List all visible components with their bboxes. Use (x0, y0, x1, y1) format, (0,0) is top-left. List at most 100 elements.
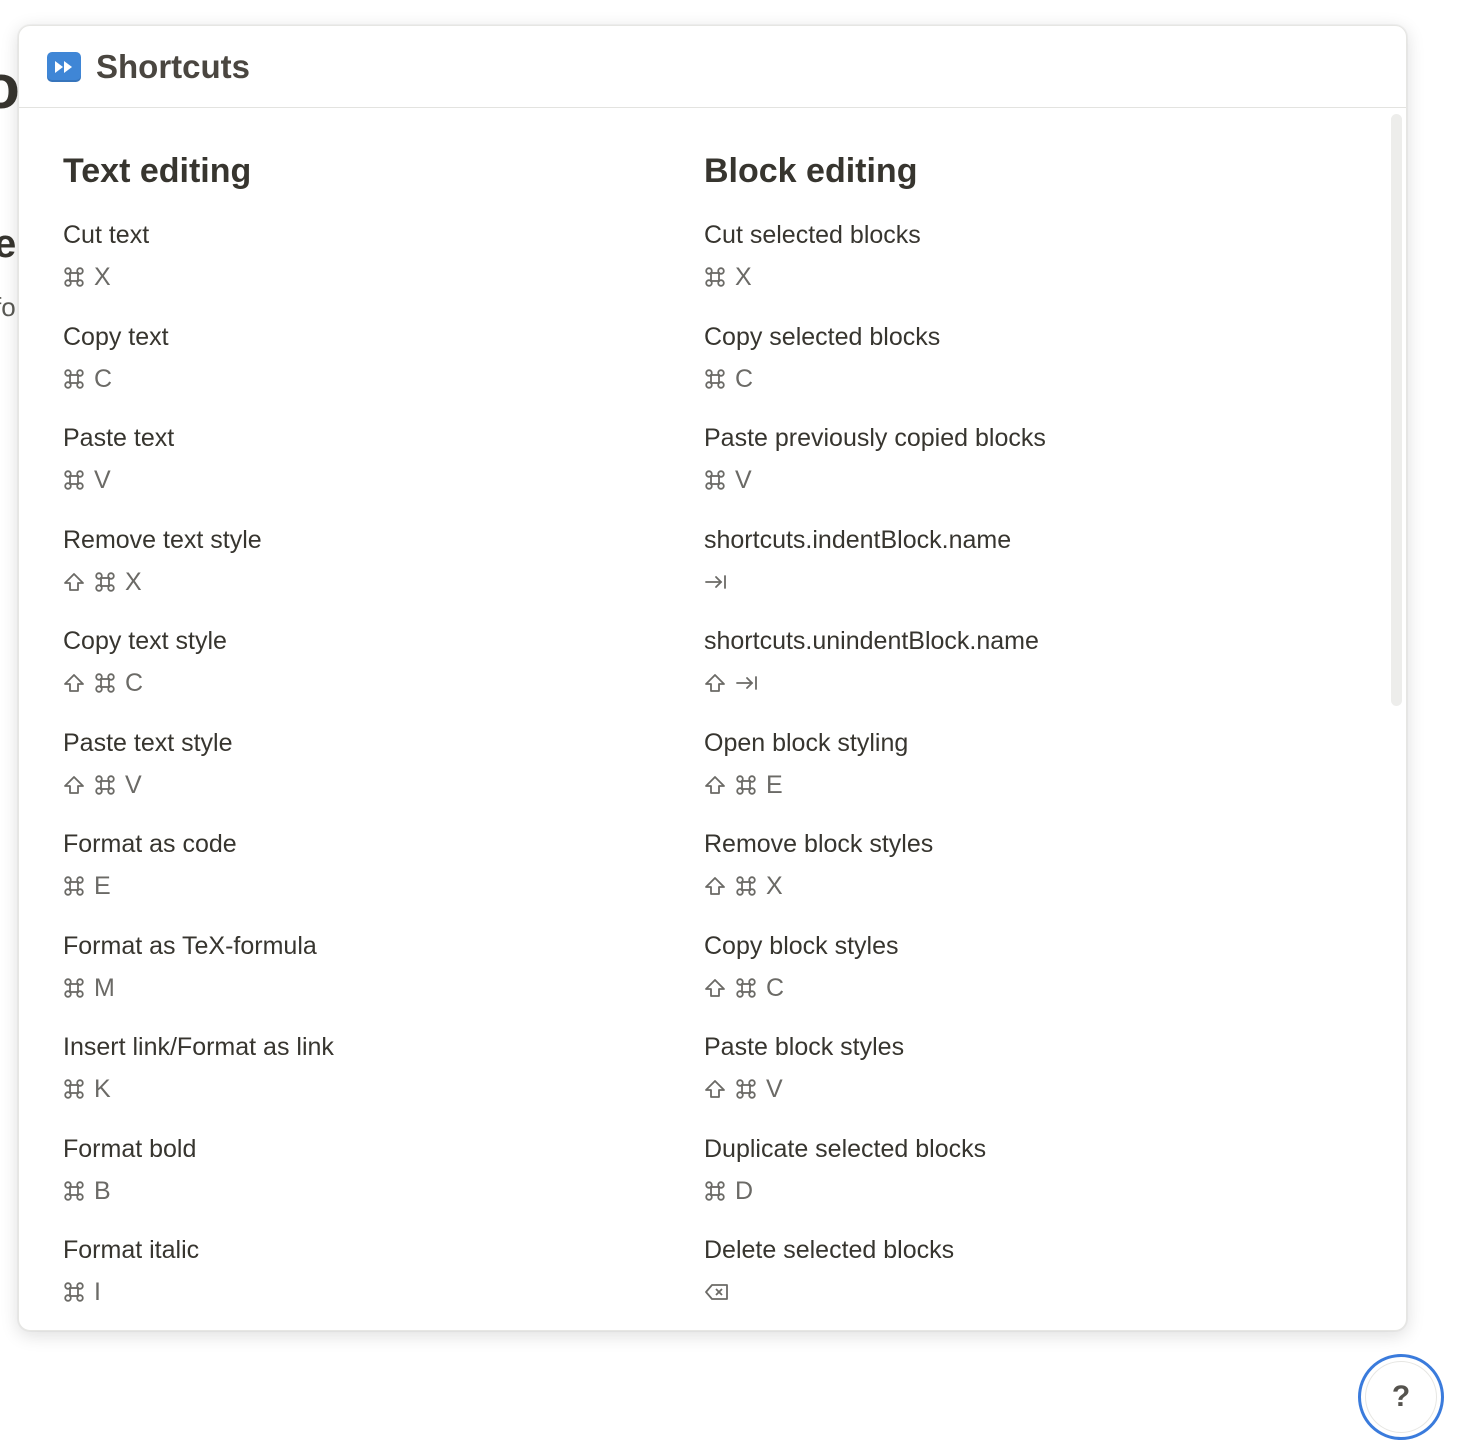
key-letter: C (94, 364, 113, 393)
background-page-fragment: e (0, 222, 17, 266)
shortcut-item: Format bold B (63, 1130, 704, 1232)
command-key-icon (94, 774, 116, 796)
shortcut-item: Insert link/Format as link K (63, 1028, 704, 1130)
command-key-icon (94, 571, 116, 593)
scrollbar[interactable] (1389, 114, 1403, 1319)
shortcut-item: Cut text X (63, 216, 704, 318)
shortcut-label: Cut selected blocks (704, 221, 921, 249)
command-key-icon (63, 1078, 85, 1100)
shortcut-keys (704, 1269, 1345, 1315)
shortcut-keys: K (63, 1066, 704, 1112)
section-heading: Block editing (704, 152, 918, 190)
command-key-icon (704, 266, 726, 288)
tab-key-icon (704, 573, 728, 591)
fast-forward-icon (47, 51, 81, 82)
command-key-icon (704, 1180, 726, 1202)
key-letter: X (735, 263, 752, 291)
shortcut-keys: V (704, 1066, 1345, 1112)
shortcut-keys (704, 660, 1345, 706)
shortcut-label: Paste block styles (704, 1033, 905, 1061)
shortcut-item: Paste previously copied blocks V (704, 419, 1345, 521)
key-letter: V (735, 466, 752, 494)
tab-key-icon (735, 674, 759, 692)
shortcut-keys: V (63, 457, 704, 503)
shortcut-item: Copy block styles C (704, 927, 1345, 1029)
shortcut-keys: V (704, 457, 1345, 503)
shortcut-keys: I (63, 1269, 704, 1315)
key-letter: X (125, 567, 142, 596)
shortcut-keys: X (704, 254, 1345, 300)
shortcut-item: shortcuts.indentBlock.name (704, 521, 1345, 623)
background-page-fragment: o (0, 53, 20, 122)
command-key-icon (63, 1180, 85, 1202)
shift-key-icon (704, 1078, 726, 1100)
shortcut-item: Open block styling E (704, 724, 1345, 826)
shift-key-icon (63, 571, 85, 593)
key-letter: X (766, 872, 783, 900)
shortcut-label: Format as code (63, 830, 237, 858)
shift-key-icon (704, 875, 726, 897)
shortcut-keys (704, 559, 1345, 605)
shortcut-label: shortcuts.unindentBlock.name (704, 627, 1039, 655)
shortcut-item: Remove text style X (63, 521, 704, 623)
shortcut-item: Copy selected blocks C (704, 318, 1345, 420)
shortcut-keys: B (63, 1168, 704, 1214)
column-text-editing: Text editing Cut text X Copy text C Paste tex… (63, 148, 704, 1330)
shift-key-icon (704, 977, 726, 999)
shortcut-item: Remove block styles X (704, 825, 1345, 927)
shortcut-label: Cut text (63, 221, 150, 249)
shortcut-keys: C (63, 356, 704, 402)
command-key-icon (704, 368, 726, 390)
shortcut-label: Paste previously copied blocks (704, 424, 1046, 452)
shortcuts-modal: Shortcuts Text editing Cut text X Copy text… (18, 25, 1407, 1331)
shortcut-keys: E (704, 762, 1345, 808)
shortcut-label: Remove block styles (704, 830, 934, 858)
shortcut-keys: D (704, 1168, 1345, 1214)
shortcut-label: Paste text style (63, 728, 233, 757)
key-letter: C (735, 364, 754, 393)
shortcut-keys: M (63, 965, 704, 1011)
shortcut-keys: X (704, 863, 1345, 909)
help-button-label: ? (1391, 1380, 1411, 1413)
shift-key-icon (63, 672, 85, 694)
shortcut-label: Format as TeX-formula (63, 931, 317, 960)
scrollbar-thumb[interactable] (1391, 114, 1402, 706)
modal-header: Shortcuts (19, 26, 1406, 108)
shortcut-label: Insert link/Format as link (63, 1033, 334, 1061)
shift-key-icon (704, 774, 726, 796)
shortcut-label: Duplicate selected blocks (704, 1134, 987, 1163)
key-letter: B (94, 1176, 111, 1205)
shortcut-keys: E (63, 863, 704, 909)
shortcut-label: Format italic (63, 1236, 200, 1264)
shortcut-item: Cut selected blocks X (704, 216, 1345, 318)
key-letter: V (125, 770, 142, 799)
command-key-icon (735, 774, 757, 796)
shortcut-label: shortcuts.indentBlock.name (704, 525, 1012, 554)
key-letter: M (94, 973, 115, 1002)
command-key-icon (94, 672, 116, 694)
column-block-editing: Block editing Cut selected blocks X Copy se… (704, 148, 1345, 1330)
backspace-key-icon (704, 1282, 730, 1302)
shortcut-item: Format as TeX-formula M (63, 927, 704, 1029)
shortcut-keys: C (704, 356, 1345, 402)
background-page-fragment: fo (0, 292, 16, 322)
shortcut-label: Format bold (63, 1134, 197, 1163)
key-letter: I (94, 1278, 101, 1306)
shortcut-columns: Text editing Cut text X Copy text C Paste tex… (63, 148, 1345, 1330)
key-letter: X (94, 263, 111, 291)
command-key-icon (63, 977, 85, 999)
shortcut-label: Copy text (63, 322, 169, 351)
command-key-icon (63, 469, 85, 491)
key-letter: V (94, 466, 111, 494)
shortcut-keys: C (704, 965, 1345, 1011)
shortcut-keys: X (63, 254, 704, 300)
help-button[interactable]: ? (1358, 1354, 1444, 1440)
command-key-icon (735, 1078, 757, 1100)
command-key-icon (63, 266, 85, 288)
key-letter: V (766, 1075, 783, 1103)
command-key-icon (735, 875, 757, 897)
shortcut-item: Copy text style C (63, 622, 704, 724)
key-letter: C (125, 669, 144, 697)
shortcut-label: Delete selected blocks (704, 1236, 955, 1264)
shortcut-label: Copy text style (63, 627, 227, 655)
